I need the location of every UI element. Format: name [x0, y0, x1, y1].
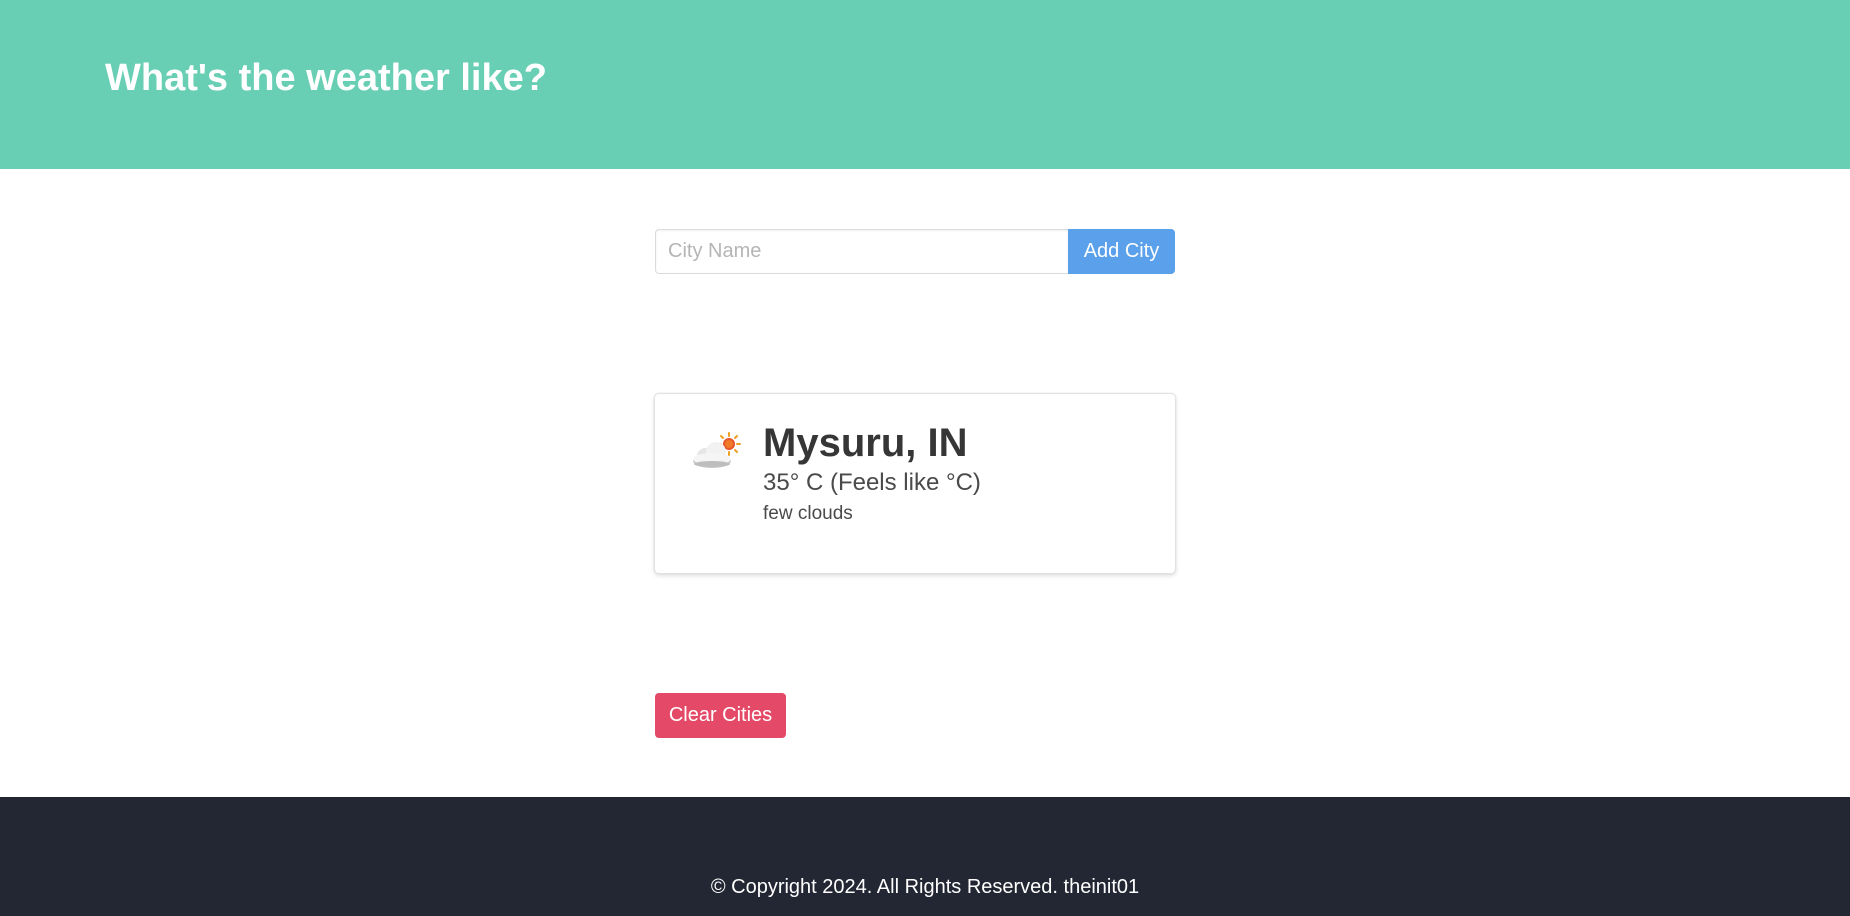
temperature-text: 35° C (Feels like °C) — [763, 469, 981, 496]
city-name-input[interactable] — [655, 229, 1068, 274]
add-city-form: Add City — [655, 229, 1175, 274]
page-title: What's the weather like? — [105, 57, 547, 99]
weather-description: few clouds — [763, 503, 853, 524]
page-header: What's the weather like? — [0, 0, 1850, 169]
weather-card: Mysuru, IN 35° C (Feels like °C) few clo… — [654, 393, 1176, 574]
copyright-text: © Copyright 2024. All Rights Reserved. t… — [710, 876, 1140, 898]
few-clouds-icon — [693, 432, 741, 468]
add-city-button[interactable]: Add City — [1068, 229, 1175, 274]
city-name: Mysuru, IN — [763, 421, 968, 465]
page-footer: © Copyright 2024. All Rights Reserved. t… — [0, 797, 1850, 916]
clear-cities-button[interactable]: Clear Cities — [655, 693, 786, 738]
